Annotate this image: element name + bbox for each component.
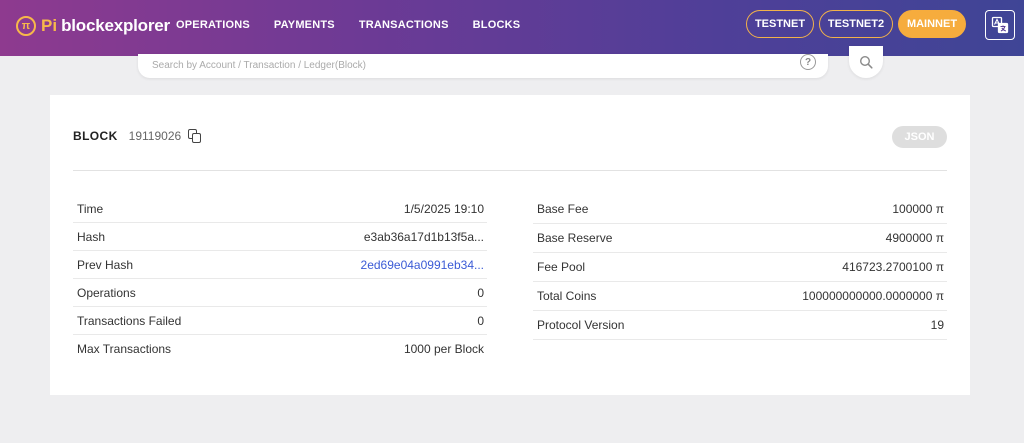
row-fee-pool: Fee Pool 416723.2700100 π <box>533 253 947 282</box>
prev-hash-link[interactable]: 2ed69e04a0991eb34... <box>361 258 484 272</box>
row-value: e3ab36a17d1b13f5a... <box>363 229 484 244</box>
row-time: Time 1/5/2025 19:10 <box>73 195 487 223</box>
row-value: 416723.2700100 π <box>842 260 944 274</box>
row-base-fee: Base Fee 100000 π <box>533 195 947 224</box>
logo-name-text: blockexplorer <box>61 16 170 35</box>
main-nav: OPERATIONS PAYMENTS TRANSACTIONS BLOCKS <box>176 19 544 31</box>
row-label: Total Coins <box>537 289 597 303</box>
json-button[interactable]: JSON <box>892 126 947 148</box>
block-label: BLOCK <box>73 129 118 143</box>
translate-button[interactable] <box>985 10 1015 40</box>
logo[interactable]: π Pi blockexplorer <box>16 14 170 38</box>
row-value: 4900000 π <box>885 231 944 245</box>
row-transactions-failed: Transactions Failed 0 <box>73 307 487 335</box>
search-icon <box>859 55 873 69</box>
block-details-left: Time 1/5/2025 19:10 Hash e3ab36a17d1b13f… <box>73 195 487 363</box>
nav-transactions[interactable]: TRANSACTIONS <box>359 19 449 31</box>
row-value: 0 <box>477 313 484 328</box>
row-label: Time <box>77 201 104 216</box>
row-value: 19 <box>930 318 944 332</box>
row-label: Base Fee <box>537 202 589 216</box>
block-detail-card: BLOCK 19119026 JSON Time 1/5/2025 19:10 … <box>50 95 970 395</box>
nav-operations[interactable]: OPERATIONS <box>176 19 250 31</box>
search-bar: ? <box>138 54 828 78</box>
block-header: BLOCK 19119026 <box>73 129 202 143</box>
row-operations: Operations 0 <box>73 279 487 307</box>
row-label: Hash <box>77 229 106 244</box>
row-value: 100000000000.0000000 π <box>802 289 944 303</box>
search-button[interactable] <box>849 46 883 78</box>
header-divider <box>73 170 947 171</box>
row-value: 1000 per Block <box>403 342 484 356</box>
row-total-coins: Total Coins 100000000000.0000000 π <box>533 282 947 311</box>
translate-icon <box>991 16 1009 34</box>
search-input[interactable] <box>152 56 772 74</box>
row-max-transactions: Max Transactions 1000 per Block <box>73 335 487 363</box>
row-label: Protocol Version <box>537 318 625 332</box>
row-label: Operations <box>77 285 136 300</box>
pi-logo-icon: π <box>16 16 36 36</box>
row-base-reserve: Base Reserve 4900000 π <box>533 224 947 253</box>
row-label: Base Reserve <box>537 231 613 245</box>
testnet2-button[interactable]: TESTNET2 <box>819 10 893 38</box>
row-protocol-version: Protocol Version 19 <box>533 311 947 340</box>
row-label: Fee Pool <box>537 260 586 274</box>
mainnet-button[interactable]: MAINNET <box>898 10 966 38</box>
block-number: 19119026 <box>128 129 182 143</box>
testnet-button[interactable]: TESTNET <box>746 10 814 38</box>
row-prev-hash: Prev Hash 2ed69e04a0991eb34... <box>73 251 487 279</box>
row-value: 100000 π <box>892 202 944 216</box>
row-hash: Hash e3ab36a17d1b13f5a... <box>73 223 487 251</box>
nav-payments[interactable]: PAYMENTS <box>274 19 335 31</box>
row-label: Prev Hash <box>77 257 134 272</box>
row-label: Max Transactions <box>77 342 172 356</box>
row-label: Transactions Failed <box>77 313 182 328</box>
row-value: 1/5/2025 19:10 <box>403 201 484 216</box>
block-details-right: Base Fee 100000 π Base Reserve 4900000 π… <box>533 195 947 340</box>
nav-blocks[interactable]: BLOCKS <box>473 19 521 31</box>
row-value: 0 <box>477 285 484 300</box>
help-icon[interactable]: ? <box>800 54 816 70</box>
copy-icon[interactable] <box>188 129 202 143</box>
logo-pi-text: Pi <box>41 16 58 35</box>
